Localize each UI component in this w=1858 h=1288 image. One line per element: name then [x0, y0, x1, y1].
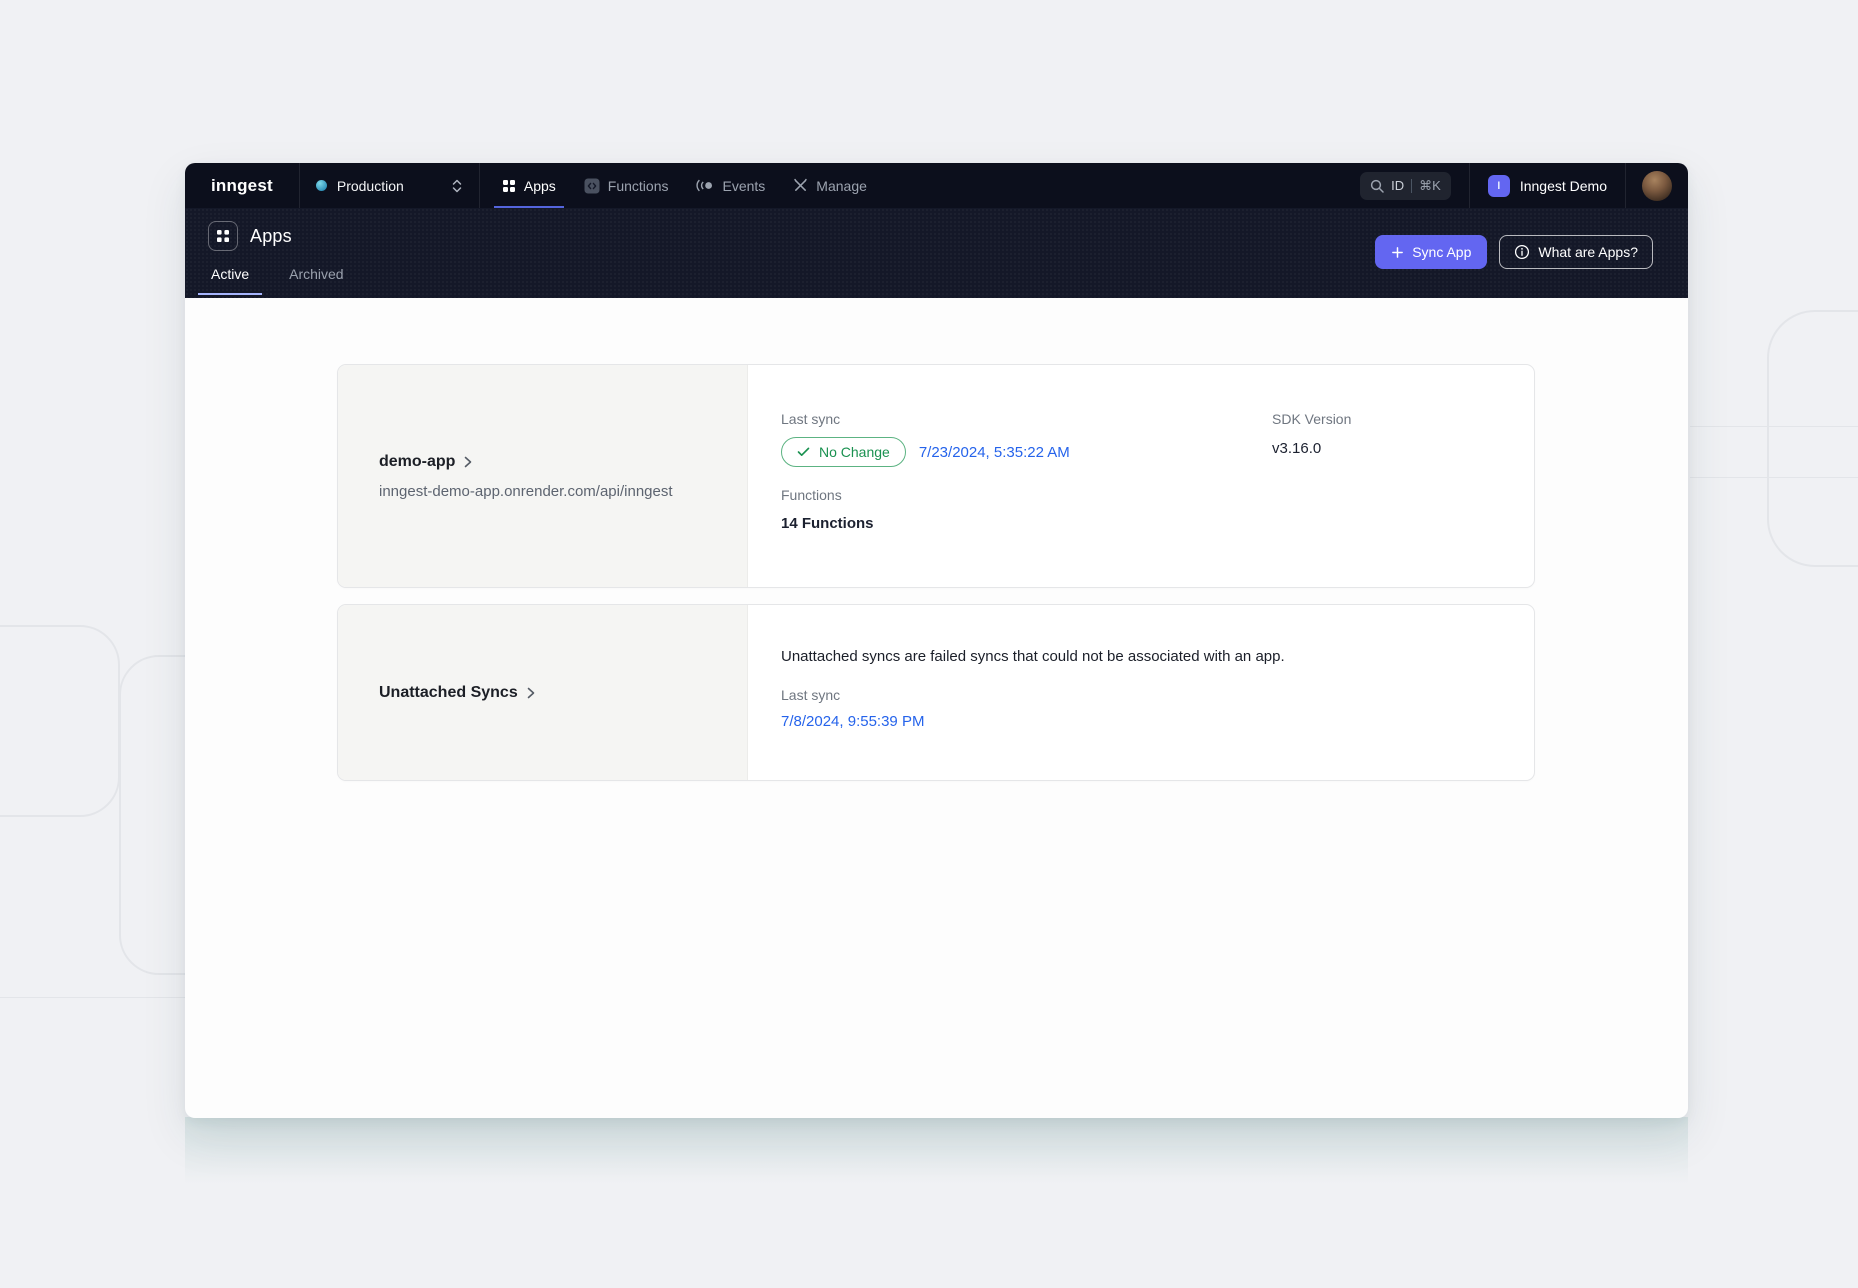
- content-area: demo-app inngest-demo-app.onrender.com/a…: [185, 298, 1688, 781]
- apps-grid-icon: [502, 179, 516, 193]
- sync-app-button[interactable]: Sync App: [1375, 235, 1487, 269]
- avatar-wrap: [1626, 171, 1688, 201]
- what-are-apps-label: What are Apps?: [1538, 244, 1638, 260]
- nav-tab-label: Events: [722, 178, 765, 194]
- window-bottom-glow: [185, 1117, 1688, 1207]
- nav-tab-label: Apps: [524, 178, 556, 194]
- workspace-badge: I: [1488, 175, 1510, 197]
- app-window: inngest Production Apps Functions: [185, 163, 1688, 1118]
- app-card-summary: demo-app inngest-demo-app.onrender.com/a…: [338, 365, 748, 587]
- nav-tab-apps[interactable]: Apps: [488, 163, 570, 208]
- functions-code-icon: [584, 178, 600, 194]
- user-avatar[interactable]: [1642, 171, 1672, 201]
- unattached-syncs-name: Unattached Syncs: [379, 684, 518, 702]
- tab-active[interactable]: Active: [198, 266, 262, 295]
- chevron-up-down-icon: [451, 179, 463, 193]
- nav-right-section: ID ⌘K I Inngest Demo: [1360, 163, 1688, 208]
- inngest-logo[interactable]: inngest: [185, 163, 299, 208]
- page-header: Apps Sync App What are Apps? Active Arch…: [185, 208, 1688, 298]
- unattached-syncs-link[interactable]: Unattached Syncs: [379, 684, 747, 702]
- sync-status-badge: No Change: [781, 437, 906, 467]
- header-actions: Sync App What are Apps?: [1375, 235, 1653, 269]
- unattached-card-details: Unattached syncs are failed syncs that c…: [748, 605, 1534, 780]
- workspace-menu[interactable]: I Inngest Demo: [1470, 175, 1625, 197]
- search-divider: [1411, 179, 1412, 193]
- what-are-apps-button[interactable]: What are Apps?: [1499, 235, 1653, 269]
- search-icon: [1370, 179, 1384, 193]
- functions-label: Functions: [781, 487, 1504, 503]
- last-sync-label: Last sync: [781, 411, 1272, 427]
- environment-label: Production: [337, 178, 404, 194]
- page-title: Apps: [250, 226, 292, 247]
- nav-tab-manage[interactable]: Manage: [779, 163, 881, 208]
- nav-tab-label: Manage: [816, 178, 867, 194]
- nav-tab-functions[interactable]: Functions: [570, 163, 683, 208]
- check-icon: [797, 447, 810, 457]
- unattached-description: Unattached syncs are failed syncs that c…: [781, 648, 1504, 665]
- unattached-last-sync-label: Last sync: [781, 687, 1504, 703]
- sdk-version-value: v3.16.0: [1272, 440, 1351, 457]
- unattached-syncs-card: Unattached Syncs Unattached syncs are fa…: [337, 604, 1535, 781]
- sync-row: Last sync No Change 7/23/2024, 5:35:22 A…: [781, 411, 1504, 467]
- sync-app-label: Sync App: [1412, 244, 1471, 260]
- tab-archived[interactable]: Archived: [276, 266, 356, 295]
- chevron-right-icon: [527, 687, 535, 699]
- plus-icon: [1391, 246, 1404, 259]
- environment-selector[interactable]: Production: [299, 163, 480, 208]
- sdk-version-label: SDK Version: [1272, 411, 1351, 427]
- search-shortcut: ⌘K: [1419, 178, 1441, 194]
- functions-count: 14 Functions: [781, 515, 1504, 532]
- search-by-id-button[interactable]: ID ⌘K: [1360, 172, 1451, 200]
- search-label: ID: [1391, 178, 1404, 193]
- decor-line: [1690, 477, 1858, 478]
- header-tabs: Active Archived: [185, 266, 1688, 295]
- sdk-version-group: SDK Version v3.16.0: [1272, 411, 1351, 467]
- nav-tabs: Apps Functions Events Manage: [480, 163, 881, 208]
- manage-tools-icon: [793, 178, 808, 193]
- app-card: demo-app inngest-demo-app.onrender.com/a…: [337, 364, 1535, 588]
- info-icon: [1514, 244, 1530, 260]
- decor-line: [1690, 426, 1858, 427]
- workspace-name: Inngest Demo: [1520, 178, 1607, 194]
- decor-rounded-rect-top-right: [1767, 310, 1858, 567]
- top-navbar: inngest Production Apps Functions: [185, 163, 1688, 208]
- functions-group: Functions 14 Functions: [781, 487, 1504, 532]
- unattached-card-summary: Unattached Syncs: [338, 605, 748, 780]
- decor-line: [0, 997, 185, 998]
- nav-tab-label: Functions: [608, 178, 669, 194]
- app-name: demo-app: [379, 453, 455, 471]
- last-sync-group: Last sync No Change 7/23/2024, 5:35:22 A…: [781, 411, 1272, 467]
- decor-rounded-rect-bottom-left: [0, 625, 120, 817]
- app-name-link[interactable]: demo-app: [379, 453, 747, 471]
- app-url: inngest-demo-app.onrender.com/api/innges…: [379, 483, 747, 500]
- last-sync-value-row: No Change 7/23/2024, 5:35:22 AM: [781, 437, 1272, 467]
- nav-tab-events[interactable]: Events: [682, 163, 779, 208]
- unattached-last-sync-link[interactable]: 7/8/2024, 9:55:39 PM: [781, 713, 924, 730]
- chevron-right-icon: [464, 456, 472, 468]
- app-card-details: Last sync No Change 7/23/2024, 5:35:22 A…: [748, 365, 1534, 587]
- events-waves-icon: [696, 179, 714, 192]
- apps-outline-grid-icon: [208, 221, 238, 251]
- last-sync-time-link[interactable]: 7/23/2024, 5:35:22 AM: [919, 444, 1070, 461]
- environment-status-icon: [316, 180, 327, 191]
- sync-status-text: No Change: [819, 444, 890, 460]
